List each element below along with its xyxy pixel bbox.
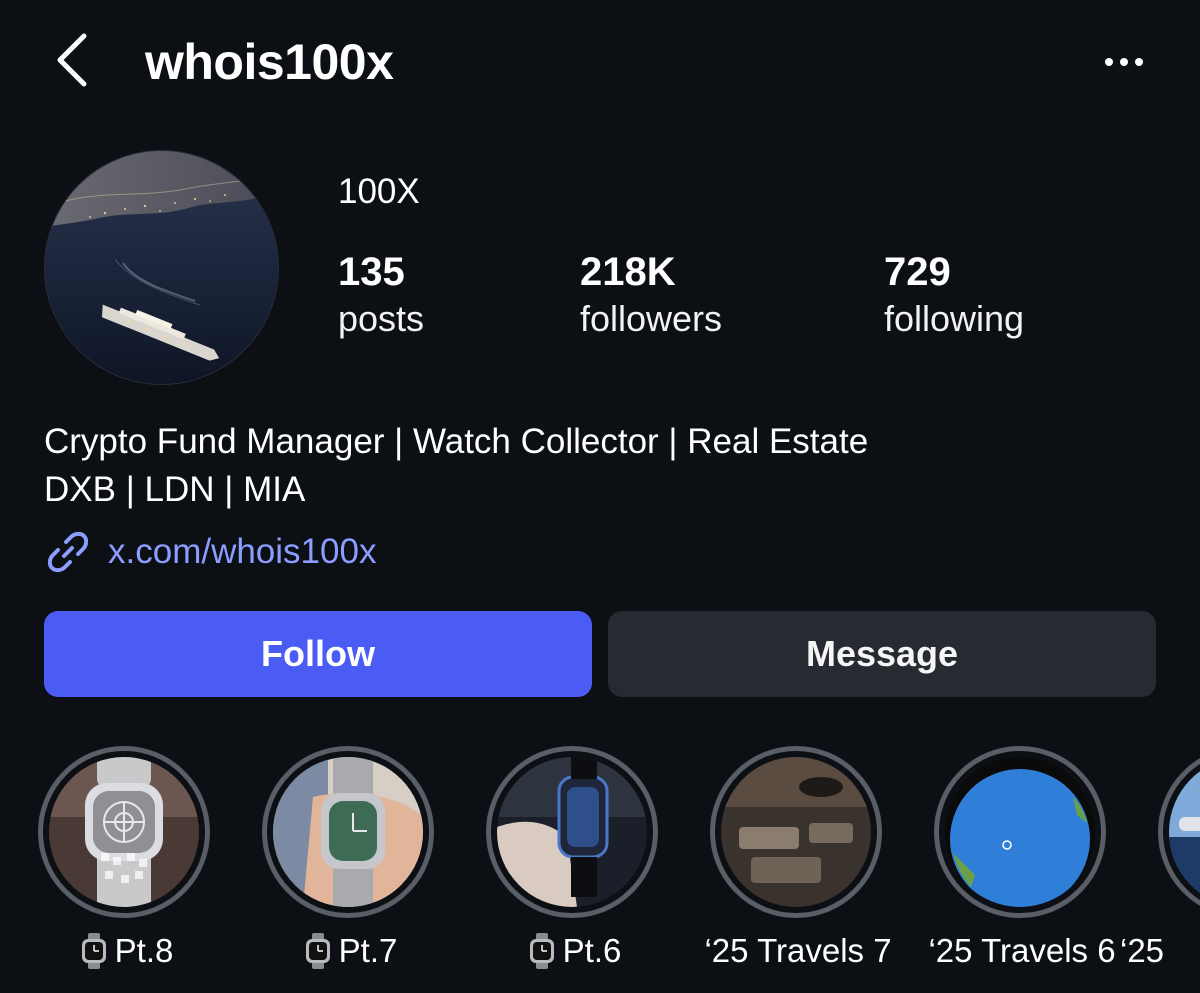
posts-count: 135 <box>338 250 405 294</box>
highlight-item[interactable]: Pt.8 <box>38 746 214 969</box>
posts-label: posts <box>338 298 425 339</box>
highlight-ring <box>262 746 434 918</box>
profile-link[interactable]: x.com/whois100x <box>44 527 376 577</box>
highlight-ring <box>710 746 882 918</box>
avatar-image <box>45 151 278 384</box>
posts-stat[interactable]: 135 posts <box>338 248 424 342</box>
back-button[interactable] <box>50 28 110 92</box>
chevron-left-icon <box>57 33 87 87</box>
watch-icon <box>305 933 330 969</box>
highlight-label: ‘25 Travels 7 <box>670 928 926 974</box>
watch-icon <box>81 933 106 969</box>
highlight-cover <box>273 757 423 907</box>
display-name: 100X <box>338 172 420 211</box>
link-text[interactable]: x.com/whois100x <box>108 532 376 572</box>
highlight-label: Pt.6 <box>446 928 702 974</box>
profile-page: whois100x 100X 135 posts 218K followers … <box>0 0 1200 993</box>
follow-button[interactable]: Follow <box>44 611 592 697</box>
highlight-item[interactable]: Pt.7 <box>262 746 438 969</box>
watch-icon <box>529 933 554 969</box>
more-dot <box>1120 58 1128 66</box>
followers-count: 218K <box>580 250 676 294</box>
followers-label: followers <box>580 298 723 339</box>
highlight-label: ‘25 <box>1120 928 1200 974</box>
profile-bio: Crypto Fund Manager | Watch Collector | … <box>44 418 868 514</box>
highlight-item[interactable]: ‘25 Travels 7 <box>704 746 892 969</box>
highlight-cover <box>497 757 647 907</box>
highlight-cover <box>721 757 871 907</box>
highlight-text: Pt.8 <box>114 932 174 969</box>
link-icon <box>47 531 89 573</box>
bio-line: DXB | LDN | MIA <box>44 470 306 509</box>
highlight-text: ‘25 <box>1120 932 1165 969</box>
more-options-button[interactable] <box>1094 44 1154 80</box>
highlight-text: ‘25 Travels 7 <box>704 932 892 969</box>
highlight-label: Pt.7 <box>222 928 478 974</box>
profile-avatar[interactable] <box>44 150 279 385</box>
highlight-item[interactable]: ‘25 <box>1120 746 1200 969</box>
more-dot <box>1135 58 1143 66</box>
message-button[interactable]: Message <box>608 611 1156 697</box>
highlight-item[interactable]: ‘25 Travels 6 <box>928 746 1116 969</box>
highlight-ring <box>486 746 658 918</box>
highlight-ring <box>1158 746 1200 918</box>
profile-username: whois100x <box>145 34 394 90</box>
highlight-item[interactable]: Pt.6 <box>486 746 662 969</box>
following-stat[interactable]: 729 following <box>884 248 1024 342</box>
highlight-label: ‘25 Travels 6 <box>894 928 1150 974</box>
bio-line: Crypto Fund Manager | Watch Collector | … <box>44 422 869 461</box>
highlight-text: Pt.7 <box>338 932 398 969</box>
highlight-text: ‘25 Travels 6 <box>928 932 1116 969</box>
highlight-cover <box>49 757 199 907</box>
following-label: following <box>884 298 1025 339</box>
highlight-ring <box>934 746 1106 918</box>
following-count: 729 <box>884 250 951 294</box>
highlight-text: Pt.6 <box>562 932 622 969</box>
highlight-cover <box>945 757 1095 907</box>
highlight-cover <box>1169 757 1200 907</box>
followers-stat[interactable]: 218K followers <box>580 248 722 342</box>
highlight-ring <box>38 746 210 918</box>
more-horizontal-icon <box>1105 58 1113 66</box>
highlight-label: Pt.8 <box>0 928 254 974</box>
